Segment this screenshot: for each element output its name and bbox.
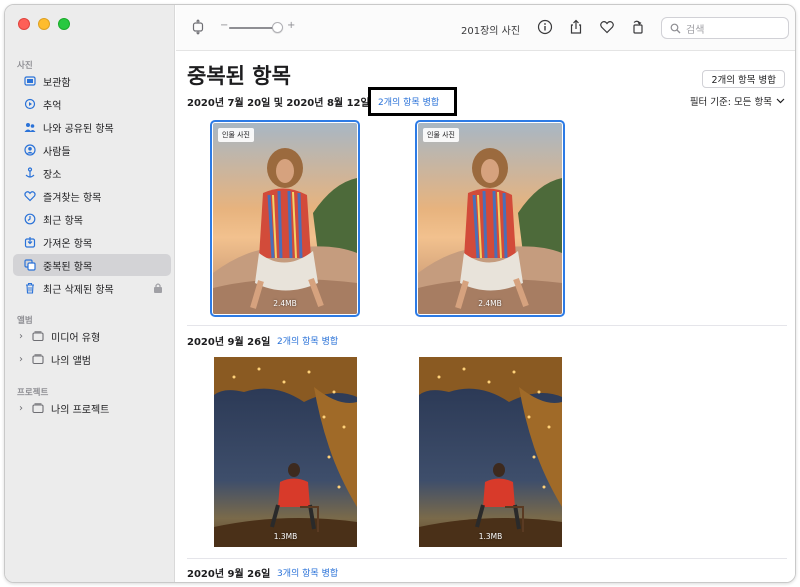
folder-icon xyxy=(31,401,45,415)
heart-icon xyxy=(23,189,37,203)
folder-icon xyxy=(31,352,45,366)
sidebar-item-memories[interactable]: 추억 xyxy=(13,93,171,115)
clock-icon xyxy=(23,212,37,226)
group-date: 2020년 7월 20일 및 2020년 8월 12일 xyxy=(187,98,370,109)
sidebar-item-label: 사람들 xyxy=(43,146,71,158)
zoom-slider-knob[interactable] xyxy=(272,22,283,33)
sidebar-item-recents[interactable]: 최근 항목 xyxy=(13,208,171,230)
group-merge-link[interactable]: 3개의 항목 병합 xyxy=(277,566,338,579)
sidebar-item-people[interactable]: 사람들 xyxy=(13,139,171,161)
sidebar-item-label: 최근 항목 xyxy=(43,215,83,227)
group-date: 2020년 9월 26일 xyxy=(187,569,271,580)
filter-label: 필터 기준: 모든 항목 xyxy=(689,97,772,108)
places-icon xyxy=(23,166,37,180)
window-controls xyxy=(18,18,70,30)
chevron-right-icon[interactable]: › xyxy=(19,331,29,342)
photo-count: 201장의 사진 xyxy=(461,26,521,37)
group-date: 2020년 9월 26일 xyxy=(187,337,271,348)
close-button[interactable] xyxy=(18,18,30,30)
people-icon xyxy=(23,143,37,157)
rotate-view-icon[interactable] xyxy=(188,17,208,37)
rotate-icon[interactable] xyxy=(628,17,648,37)
filter-menu[interactable]: 필터 기준: 모든 항목 xyxy=(690,94,785,108)
minimize-button[interactable] xyxy=(38,18,50,30)
lock-icon xyxy=(154,283,162,293)
night-photo xyxy=(419,357,562,547)
night-photo xyxy=(214,357,357,547)
page-title: 중복된 항목 xyxy=(187,64,291,88)
sidebar-item-label: 최근 삭제된 항목 xyxy=(43,284,114,296)
library-icon xyxy=(23,74,37,88)
sidebar-item-label: 미디어 유형 xyxy=(51,332,101,344)
zoom-button[interactable] xyxy=(58,18,70,30)
sidebar-item-shared-with-you[interactable]: 나와 공유된 항목 xyxy=(13,116,171,138)
zoom-slider-fill xyxy=(229,27,275,29)
memories-icon xyxy=(23,97,37,111)
highlight-box xyxy=(368,87,457,116)
sidebar-item-label: 나와 공유된 항목 xyxy=(43,123,114,135)
sidebar-item-label: 가져온 항목 xyxy=(43,238,93,250)
shared-with-you-icon xyxy=(23,120,37,134)
group-merge-link[interactable]: 2개의 항목 병합 xyxy=(277,334,338,347)
folder-icon xyxy=(31,329,45,343)
file-size-label: 2.4MB xyxy=(273,299,297,308)
chevron-right-icon[interactable]: › xyxy=(19,403,29,414)
toolbar: − + 201장의 사진 검색 xyxy=(176,5,795,51)
file-size-label: 2.4MB xyxy=(478,299,502,308)
sidebar-item-library[interactable]: 보관함 xyxy=(13,70,171,92)
sidebar-item-imports[interactable]: 가져온 항목 xyxy=(13,231,171,253)
sidebar-item-label: 보관함 xyxy=(43,77,71,89)
search-placeholder: 검색 xyxy=(686,24,705,36)
photo-thumbnail[interactable]: 1.3MB xyxy=(214,357,357,547)
sidebar-item-label: 나의 앨범 xyxy=(51,355,91,367)
chevron-down-icon xyxy=(776,98,785,104)
portrait-badge: 인물 사진 xyxy=(218,128,254,142)
sidebar-item-places[interactable]: 장소 xyxy=(13,162,171,184)
zoom-out-label[interactable]: − xyxy=(220,20,228,31)
duplicates-content: 중복된 항목 2개의 항목 병합 2020년 7월 20일 및 2020년 8월… xyxy=(176,52,795,582)
photo-thumbnail[interactable]: 인물 사진 2.4MB xyxy=(415,120,565,317)
sidebar-item-label: 중복된 항목 xyxy=(43,261,93,273)
sidebar-item-duplicates[interactable]: 중복된 항목 xyxy=(13,254,171,276)
sidebar: 사진 보관함 추억 나와 공유된 항목 사람들 장소 즐겨찾는 항목 최근 항목 xyxy=(5,5,175,582)
portrait-badge: 인물 사진 xyxy=(423,128,459,142)
favorite-heart-icon[interactable] xyxy=(597,17,617,37)
sidebar-item-media-types[interactable]: › 미디어 유형 xyxy=(13,325,171,347)
photo-thumbnail[interactable]: 인물 사진 2.4MB xyxy=(210,120,360,317)
group-divider xyxy=(187,325,787,326)
portrait-photo xyxy=(418,123,562,314)
sidebar-item-recently-deleted[interactable]: 최근 삭제된 항목 xyxy=(13,277,171,299)
merge-all-button[interactable]: 2개의 항목 병합 xyxy=(702,70,785,88)
file-size-label: 1.3MB xyxy=(273,532,298,541)
sidebar-item-my-projects[interactable]: › 나의 프로젝트 xyxy=(13,397,171,419)
trash-icon xyxy=(23,281,37,295)
sidebar-item-label: 즐겨찾는 항목 xyxy=(43,192,102,204)
sidebar-item-label: 추억 xyxy=(43,100,62,112)
photo-thumbnail[interactable]: 1.3MB xyxy=(419,357,562,547)
chevron-right-icon[interactable]: › xyxy=(19,354,29,365)
duplicates-icon xyxy=(23,258,37,272)
import-icon xyxy=(23,235,37,249)
file-size-label: 1.3MB xyxy=(478,532,503,541)
share-icon[interactable] xyxy=(566,17,586,37)
sidebar-item-label: 나의 프로젝트 xyxy=(51,404,110,416)
sidebar-item-my-albums[interactable]: › 나의 앨범 xyxy=(13,348,171,370)
zoom-in-label[interactable]: + xyxy=(287,20,295,31)
photos-window: 사진 보관함 추억 나와 공유된 항목 사람들 장소 즐겨찾는 항목 최근 항목 xyxy=(4,4,796,583)
search-icon xyxy=(670,23,681,33)
info-icon[interactable] xyxy=(535,17,555,37)
portrait-photo xyxy=(213,123,357,314)
sidebar-item-favorites[interactable]: 즐겨찾는 항목 xyxy=(13,185,171,207)
search-field[interactable]: 검색 xyxy=(661,17,789,39)
sidebar-item-label: 장소 xyxy=(43,169,62,181)
group-divider xyxy=(187,558,787,559)
